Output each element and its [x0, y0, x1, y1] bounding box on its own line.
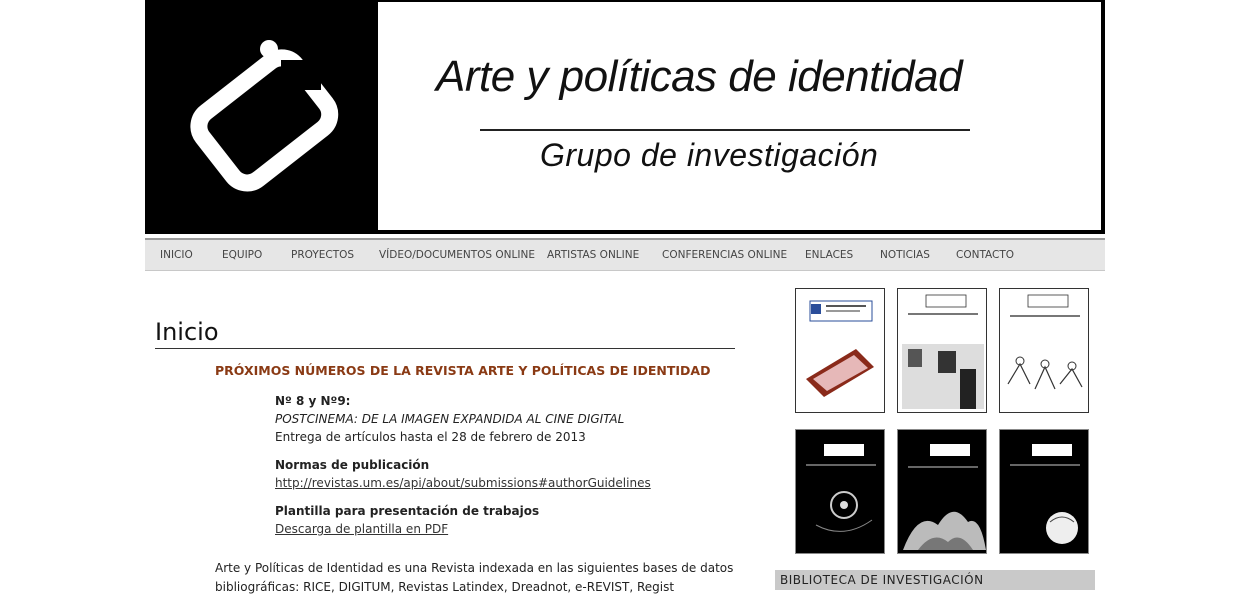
cover-art-icon: [902, 294, 984, 409]
title-panel: Arte y políticas de identidad Grupo de i…: [378, 2, 1101, 230]
site-title: Arte y políticas de identidad: [436, 52, 963, 101]
title-underline: [155, 348, 735, 349]
norms-label: Normas de publicación: [275, 458, 430, 472]
issue-deadline: Entrega de artículos hasta el 28 de febr…: [275, 430, 586, 444]
cover-art-icon: [1010, 444, 1080, 544]
issue-theme: POSTCINEMA: DE LA IMAGEN EXPANDIDA AL CI…: [275, 412, 625, 426]
logo-icon: [190, 40, 339, 192]
cover-art-icon: [806, 444, 876, 532]
site-subtitle: Grupo de investigación: [540, 137, 879, 173]
template-download-link[interactable]: Descarga de plantilla en PDF: [275, 522, 448, 536]
template-block: Plantilla para presentación de trabajos …: [275, 502, 539, 538]
title-divider: [480, 129, 970, 131]
guidelines-link[interactable]: http://revistas.um.es/api/about/submissi…: [275, 476, 651, 490]
nav-item-enlaces[interactable]: ENLACES: [805, 249, 853, 261]
nav-item-artistas[interactable]: ARTISTAS ONLINE: [547, 249, 639, 261]
journal-cover-1[interactable]: [795, 288, 885, 413]
journal-cover-4[interactable]: [795, 429, 885, 554]
norms-block: Normas de publicación http://revistas.um…: [275, 456, 651, 492]
intro-paragraph: Arte y Políticas de Identidad es una Rev…: [215, 561, 734, 594]
journal-cover-2[interactable]: [897, 288, 987, 413]
site-header: Arte y políticas de identidad Grupo de i…: [145, 0, 1105, 234]
page-wrapper: Arte y políticas de identidad Grupo de i…: [145, 0, 1105, 594]
issue-block: Nº 8 y Nº9: POSTCINEMA: DE LA IMAGEN EXP…: [275, 392, 624, 446]
nav-item-noticias[interactable]: NOTICIAS: [880, 249, 930, 261]
cover-art-icon: [806, 300, 874, 397]
journal-cover-3[interactable]: [999, 288, 1089, 413]
journal-cover-6[interactable]: [999, 429, 1089, 554]
site-logo[interactable]: [145, 0, 376, 232]
main-nav: INICIO EQUIPO PROYECTOS VÍDEO/DOCUMENTOS…: [145, 238, 1105, 271]
section-heading: PRÓXIMOS NÚMEROS DE LA REVISTA ARTE Y PO…: [215, 363, 711, 378]
page-title: Inicio: [155, 318, 219, 346]
nav-item-contacto[interactable]: CONTACTO: [956, 249, 1014, 261]
nav-item-inicio[interactable]: INICIO: [160, 249, 193, 261]
journal-cover-5[interactable]: [897, 429, 987, 554]
nav-item-proyectos[interactable]: PROYECTOS: [291, 249, 354, 261]
nav-item-equipo[interactable]: EQUIPO: [222, 249, 262, 261]
sidebar-heading: BIBLIOTECA DE INVESTIGACIÓN: [775, 570, 1095, 590]
nav-item-video-documentos[interactable]: VÍDEO/DOCUMENTOS ONLINE: [379, 249, 535, 261]
issue-label: Nº 8 y Nº9:: [275, 394, 351, 408]
template-label: Plantilla para presentación de trabajos: [275, 504, 540, 518]
nav-item-conferencias[interactable]: CONFERENCIAS ONLINE: [662, 249, 787, 261]
cover-art-icon: [903, 444, 986, 550]
cover-art-icon: [1007, 294, 1083, 390]
